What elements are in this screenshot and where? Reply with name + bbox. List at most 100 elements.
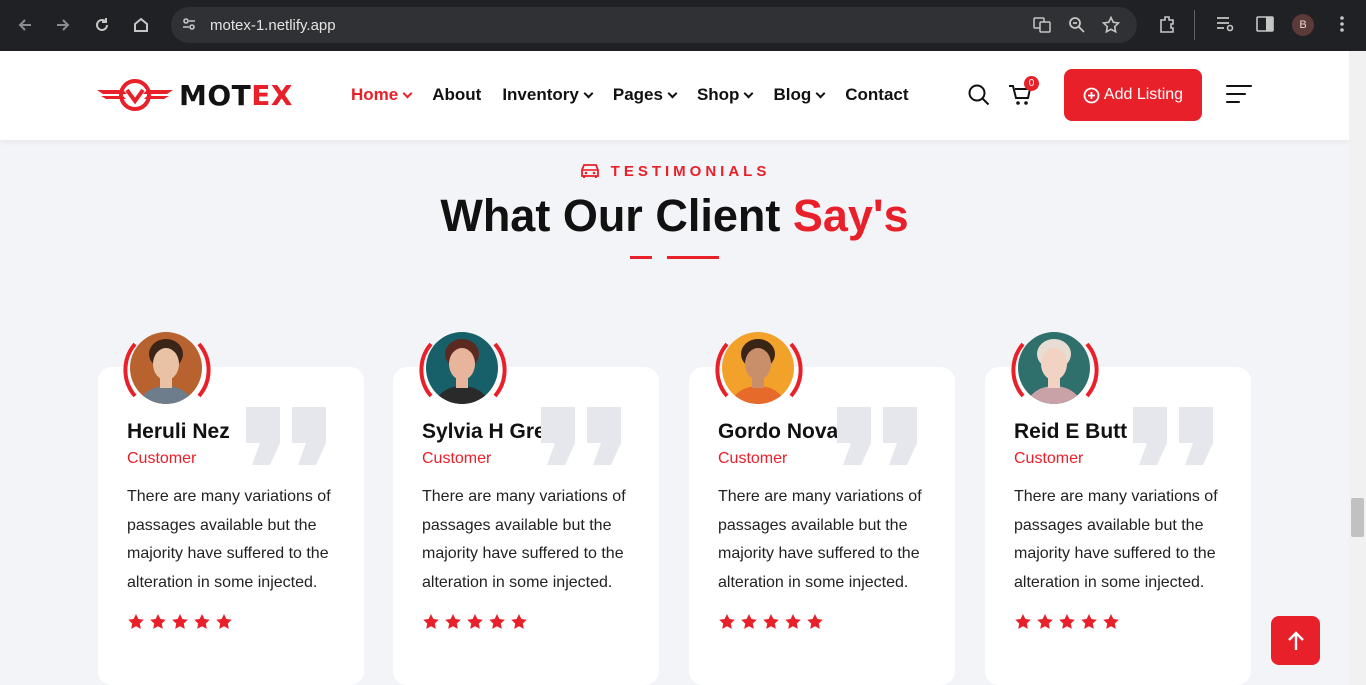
quote-icon	[541, 407, 621, 465]
star-icon	[489, 614, 505, 629]
testimonial-card: Heruli Nez Customer There are many variati…	[98, 367, 364, 685]
add-listing-button[interactable]: Add Listing	[1064, 69, 1202, 121]
menu-item-pages[interactable]: Pages	[612, 85, 678, 105]
chevron-down-icon	[815, 88, 826, 98]
rating-stars	[718, 613, 824, 631]
burger-line	[1226, 85, 1252, 87]
title-main: What Our Client	[440, 190, 793, 241]
menu-label: Blog	[773, 85, 812, 104]
star-icon	[807, 614, 823, 629]
quote-icon	[1133, 407, 1213, 465]
quote-icon	[837, 407, 917, 465]
client-name: Heruli Nez	[127, 420, 230, 443]
hamburger-menu-icon[interactable]	[1226, 85, 1252, 105]
avatar-photo	[1018, 332, 1090, 404]
star-icon	[467, 614, 483, 629]
section-title: What Our Client Say's	[0, 190, 1349, 242]
url-text: motex-1.netlify.app	[210, 16, 336, 34]
star-icon	[1037, 614, 1053, 629]
star-icon	[128, 614, 144, 629]
burger-line	[1226, 101, 1240, 103]
profile-avatar[interactable]: B	[1292, 14, 1314, 36]
star-icon[interactable]	[1101, 15, 1121, 38]
avatar-photo	[426, 332, 498, 404]
chevron-down-icon	[583, 88, 594, 98]
star-icon	[1081, 614, 1097, 629]
client-role: Customer	[127, 450, 197, 467]
testimonial-text: There are many variations of passages av…	[718, 488, 922, 591]
title-accent: Say's	[792, 190, 909, 241]
star-icon	[445, 614, 461, 629]
rating-stars	[1014, 613, 1120, 631]
scroll-to-top-button[interactable]	[1271, 616, 1320, 665]
rating-stars	[127, 613, 233, 631]
menu-label: Shop	[696, 85, 740, 104]
testimonial-text: There are many variations of passages av…	[1014, 488, 1218, 591]
client-role: Customer	[718, 450, 788, 467]
media-icon[interactable]	[1215, 14, 1235, 39]
star-icon	[1059, 614, 1075, 629]
testimonial-text: There are many variations of passages av…	[127, 488, 331, 591]
site-info-icon[interactable]	[181, 16, 197, 36]
testimonial-card: Gordo Novak Customer There are many variat…	[689, 367, 955, 685]
star-icon	[423, 614, 439, 629]
client-avatar	[714, 332, 804, 408]
menu-item-contact[interactable]: Contact	[845, 85, 908, 105]
menu-item-blog[interactable]: Blog	[773, 85, 826, 105]
back-icon[interactable]	[12, 12, 38, 38]
chevron-down-icon	[402, 88, 413, 98]
reload-icon[interactable]	[89, 12, 115, 38]
star-icon	[511, 614, 527, 629]
translate-icon[interactable]	[1033, 16, 1051, 38]
star-icon	[150, 614, 166, 629]
sidepanel-icon[interactable]	[1255, 14, 1275, 39]
client-avatar	[122, 332, 212, 408]
star-icon	[1103, 614, 1119, 629]
menu-icon[interactable]	[1334, 14, 1350, 39]
section-tag: TESTIMONIALS	[0, 162, 1349, 180]
logo-text: MOTEX	[179, 79, 293, 112]
logo-emblem-icon	[97, 79, 173, 111]
menu-item-inventory[interactable]: Inventory	[502, 85, 594, 105]
menu-item-shop[interactable]: Shop	[696, 85, 754, 105]
arrow-up-icon	[1287, 630, 1304, 650]
menu-item-about[interactable]: About	[432, 85, 481, 105]
logo-text-accent: EX	[251, 78, 293, 112]
star-icon	[216, 614, 232, 629]
star-icon	[1015, 614, 1031, 629]
add-listing-label: Add Listing	[1103, 86, 1184, 103]
address-bar[interactable]: motex-1.netlify.app	[171, 7, 1137, 43]
rating-stars	[422, 613, 528, 631]
scrollbar-thumb[interactable]	[1351, 498, 1364, 537]
main-menu: Home About Inventory Pages Shop Blog Con…	[351, 85, 930, 105]
menu-label: Contact	[845, 85, 909, 104]
browser-toolbar: motex-1.netlify.app B	[0, 0, 1366, 51]
client-avatar	[1010, 332, 1100, 408]
testimonial-text: There are many variations of passages av…	[422, 488, 626, 591]
forward-icon[interactable]	[50, 12, 76, 38]
menu-label: Pages	[612, 85, 663, 104]
zoom-icon[interactable]	[1068, 16, 1086, 38]
menu-label: Inventory	[502, 85, 579, 104]
section-tag-text: TESTIMONIALS	[610, 162, 771, 180]
client-avatar	[418, 332, 508, 408]
title-divider-long	[667, 256, 719, 259]
page-scrollbar[interactable]	[1349, 51, 1366, 685]
extensions-icon[interactable]	[1157, 14, 1177, 39]
client-role: Customer	[422, 450, 492, 467]
avatar-photo	[130, 332, 202, 404]
menu-item-home[interactable]: Home	[351, 85, 413, 105]
client-name: Gordo Novak	[718, 420, 850, 443]
menu-label: About	[432, 85, 482, 104]
search-icon[interactable]	[967, 83, 991, 107]
star-icon	[194, 614, 210, 629]
plus-circle-icon	[1083, 87, 1100, 103]
client-role: Customer	[1014, 450, 1084, 467]
cart-count-badge: 0	[1024, 76, 1039, 91]
site-logo[interactable]: MOTEX	[97, 78, 293, 112]
home-icon[interactable]	[128, 12, 154, 38]
star-icon	[785, 614, 801, 629]
star-icon	[763, 614, 779, 629]
star-icon	[719, 614, 735, 629]
avatar-photo	[722, 332, 794, 404]
